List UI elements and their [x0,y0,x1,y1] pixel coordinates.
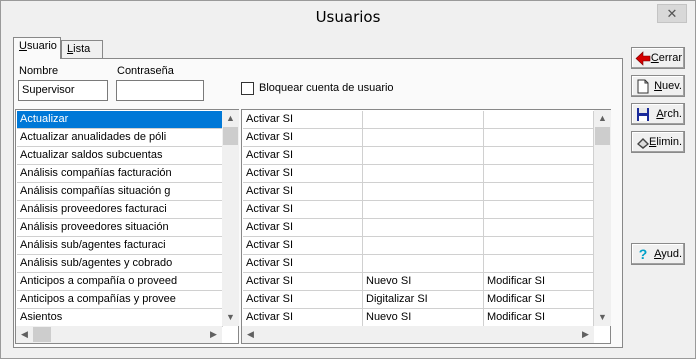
title-bar: Usuarios ✕ [1,1,695,31]
grid-cell[interactable]: Activar SI [243,255,363,273]
grid-cell[interactable] [484,201,594,219]
grid-cell[interactable] [484,111,594,129]
grid-cell[interactable] [484,219,594,237]
eliminar-button[interactable]: Elimin. [631,131,685,153]
grid-cell[interactable]: Activar SI [243,165,363,183]
tab-usuario-mnemonic: U [19,40,27,52]
functions-list[interactable]: Actualizar Actualizar anualidades de pól… [15,109,239,344]
nombre-input[interactable]: Supervisor [18,80,108,101]
grid-cell[interactable]: Activar SI [243,219,363,237]
list-item[interactable]: Análisis compañías situación g [17,183,223,201]
grid-cell[interactable] [484,237,594,255]
block-account-label: Bloquear cuenta de usuario [259,82,394,94]
grid-cell[interactable] [363,129,484,147]
nuevo-label: Nuev. [654,80,682,92]
grid-cell[interactable] [363,165,484,183]
grid-cell[interactable]: Activar SI [243,291,363,309]
grid-cell[interactable]: Nuevo SI [363,273,484,291]
ayuda-label: Ayud. [654,248,682,260]
ayuda-button[interactable]: ? Ayud. [631,243,685,265]
scroll-right-icon[interactable]: ▶ [205,326,222,343]
grid-cell[interactable] [484,255,594,273]
grid-cell[interactable]: Activar SI [243,129,363,147]
tab-lista[interactable]: Lista [61,40,103,59]
grid-cell[interactable]: Activar SI [243,237,363,255]
password-input[interactable] [116,80,204,101]
block-account-checkbox[interactable] [241,82,254,95]
scroll-up-icon[interactable]: ▲ [594,110,611,127]
list-item[interactable]: Análisis proveedores facturaci [17,201,223,219]
list-item[interactable]: Actualizar anualidades de póli [17,129,223,147]
scroll-down-icon[interactable]: ▼ [594,309,611,326]
tab-usuario-label: suario [26,40,57,52]
grid-cell[interactable] [363,201,484,219]
grid-cell[interactable] [363,147,484,165]
grid-cell[interactable]: Activar SI [243,201,363,219]
red-arrow-left-icon [635,51,651,66]
list-item[interactable]: Anticipos a compañías y provee [17,291,223,309]
list-item[interactable]: Análisis sub/agentes facturaci [17,237,223,255]
grid-cell[interactable]: Activar SI [243,147,363,165]
grid-cell[interactable]: Modificar SI [484,291,594,309]
question-mark-icon: ? [638,246,648,262]
grid-cell[interactable] [484,165,594,183]
grid-cell[interactable]: Activar SI [243,111,363,129]
close-icon: ✕ [666,6,678,21]
scroll-down-icon[interactable]: ▼ [222,309,239,326]
list-item[interactable]: Análisis sub/agentes y cobrado [17,255,223,273]
window-title: Usuarios [315,8,381,26]
scroll-up-icon[interactable]: ▲ [222,110,239,127]
grid-vertical-scrollbar[interactable]: ▲ ▼ [594,110,611,326]
grid-cell[interactable] [363,219,484,237]
scroll-right-icon[interactable]: ▶ [577,326,594,343]
grid-cell[interactable]: Activar SI [243,309,363,327]
tab-lista-label: ista [73,43,91,55]
grid-cell[interactable]: Modificar SI [484,273,594,291]
list-item[interactable]: Anticipos a compañía o proveed [17,273,223,291]
grid-cell[interactable] [363,237,484,255]
usuarios-window: Usuarios ✕ Usuario Lista Nombre Supervis… [0,0,696,359]
grid-cell[interactable] [363,183,484,201]
grid-cell[interactable] [363,111,484,129]
list-item[interactable]: Actualizar saldos subcuentas [17,147,223,165]
nombre-label: Nombre [19,65,59,77]
functions-vertical-scrollbar[interactable]: ▲ ▼ [222,110,239,326]
grid-cell[interactable] [484,129,594,147]
scroll-left-icon[interactable]: ◀ [16,326,33,343]
scrollbar-thumb[interactable] [33,327,51,342]
list-item[interactable]: Asientos [17,309,223,327]
permissions-grid[interactable]: Activar SI Activar SI Activar SI Activar SI… [241,109,611,344]
grid-cell[interactable]: Activar SI [243,183,363,201]
cerrar-label: Cerrar [650,52,682,64]
tab-usuario[interactable]: Usuario [13,37,61,59]
archivar-label: Arch. [656,108,682,120]
grid-cell[interactable]: Modificar SI [484,309,594,327]
archivar-button[interactable]: Arch. [631,103,685,125]
list-item[interactable]: Actualizar [17,111,223,129]
close-window-button[interactable]: ✕ [657,4,687,23]
password-label: Contraseña [117,65,174,77]
new-document-icon [637,79,649,94]
list-item[interactable]: Análisis proveedores situación [17,219,223,237]
functions-horizontal-scrollbar[interactable]: ◀ ▶ [16,326,222,343]
scrollbar-thumb[interactable] [223,127,238,145]
floppy-disk-icon [637,108,649,121]
grid-cell[interactable]: Digitalizar SI [363,291,484,309]
grid-horizontal-scrollbar[interactable]: ◀ ▶ [242,326,594,343]
cerrar-button[interactable]: Cerrar [631,47,685,69]
eliminar-label: Elimin. [648,136,682,148]
grid-cell[interactable] [484,147,594,165]
grid-cell[interactable]: Nuevo SI [363,309,484,327]
scrollbar-thumb[interactable] [595,127,610,145]
grid-cell[interactable] [363,255,484,273]
grid-cell[interactable]: Activar SI [243,273,363,291]
grid-cell[interactable] [484,183,594,201]
nuevo-button[interactable]: Nuev. [631,75,685,97]
scroll-left-icon[interactable]: ◀ [242,326,259,343]
list-item[interactable]: Análisis compañías facturación [17,165,223,183]
